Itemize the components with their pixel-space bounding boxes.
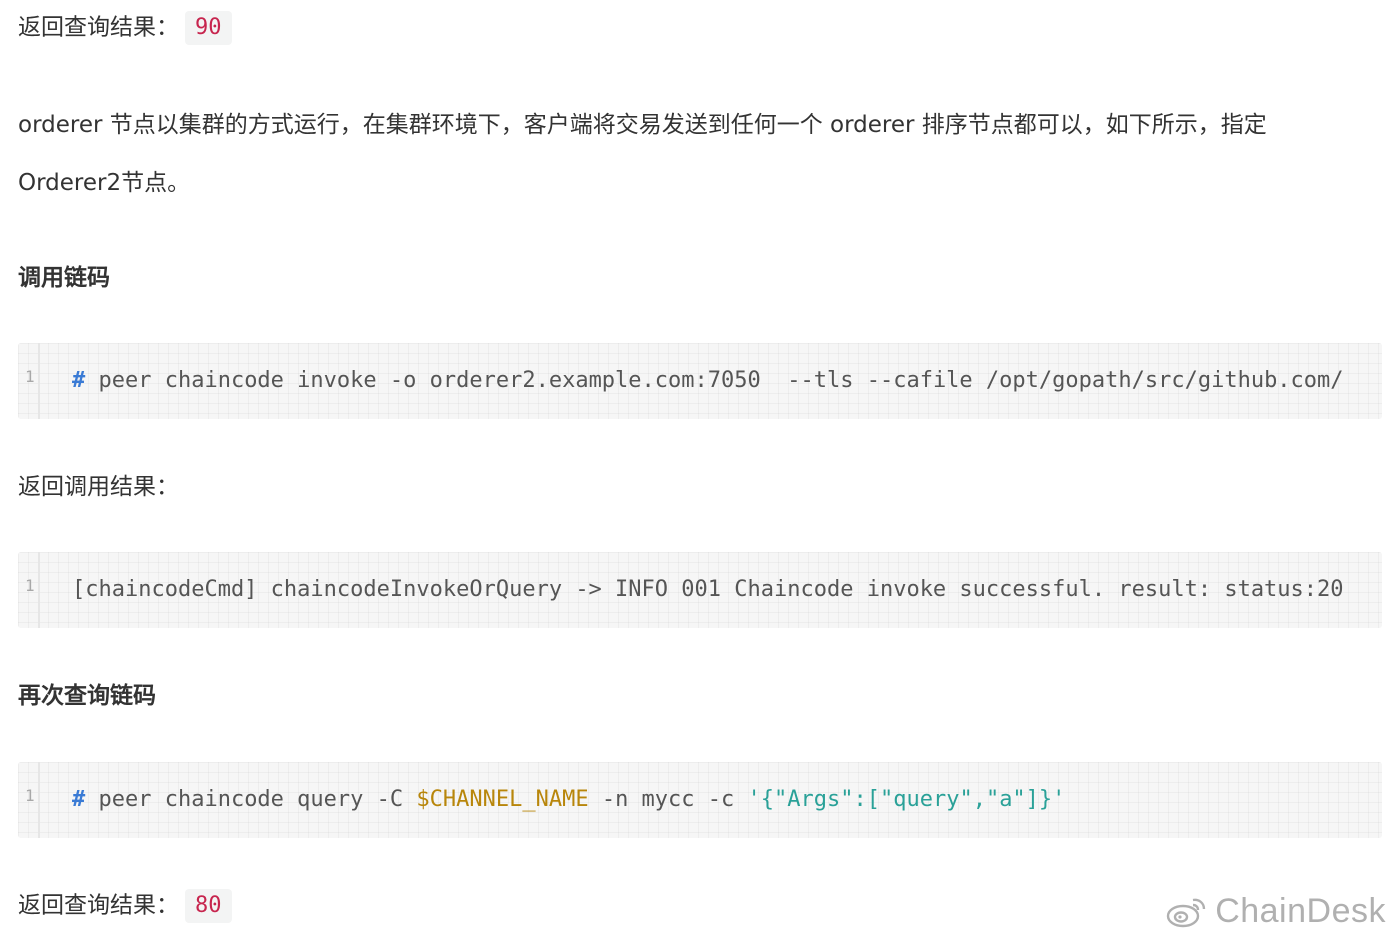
- orderer-paragraph-line-2: Orderer2节点。: [18, 170, 191, 196]
- orderer-paragraph-line-1: orderer 节点以集群的方式运行，在集群环境下，客户端将交易发送到任何一个 …: [18, 112, 1267, 138]
- query-result-2-value: 80: [185, 889, 232, 923]
- invoke-code-block[interactable]: 1 # peer chaincode invoke -o orderer2.ex…: [18, 343, 1382, 419]
- watermark: ChainDesk: [1165, 892, 1386, 931]
- watermark-text: ChainDesk: [1215, 892, 1386, 930]
- invoke-code-line: # peer chaincode invoke -o orderer2.exam…: [72, 363, 1344, 399]
- query-command-part-2: -n mycc -c: [588, 787, 748, 812]
- query-code-block[interactable]: 1 # peer chaincode query -C $CHANNEL_NAM…: [18, 762, 1382, 838]
- query-result-2: 返回查询结果： 80: [18, 889, 232, 923]
- query-args-string: '{"Args":["query","a"]}': [747, 787, 1066, 812]
- line-number: 1: [25, 576, 35, 595]
- query-result-1-value: 90: [185, 11, 232, 45]
- invoke-result-code-line: [chaincodeCmd] chaincodeInvokeOrQuery ->…: [72, 577, 1344, 602]
- invoke-heading: 调用链码: [18, 265, 110, 291]
- comment-marker: #: [72, 787, 86, 812]
- query-result-1-label: 返回查询结果：: [18, 14, 179, 41]
- invoke-result-label: 返回调用结果：: [18, 474, 179, 500]
- weibo-icon: [1165, 894, 1209, 930]
- comment-marker: #: [72, 368, 86, 393]
- requery-heading: 再次查询链码: [18, 683, 156, 709]
- line-number: 1: [25, 367, 35, 386]
- query-result-2-label: 返回查询结果：: [18, 892, 179, 919]
- query-code-line: # peer chaincode query -C $CHANNEL_NAME …: [72, 782, 1065, 818]
- query-result-1: 返回查询结果： 90: [18, 11, 232, 45]
- channel-name-variable: $CHANNEL_NAME: [416, 787, 589, 812]
- query-command-part-1: peer chaincode query -C: [85, 787, 417, 812]
- line-number: 1: [25, 786, 35, 805]
- invoke-result-code-block[interactable]: 1 [chaincodeCmd] chaincodeInvokeOrQuery …: [18, 552, 1382, 628]
- invoke-command-text: peer chaincode invoke -o orderer2.exampl…: [85, 368, 1344, 393]
